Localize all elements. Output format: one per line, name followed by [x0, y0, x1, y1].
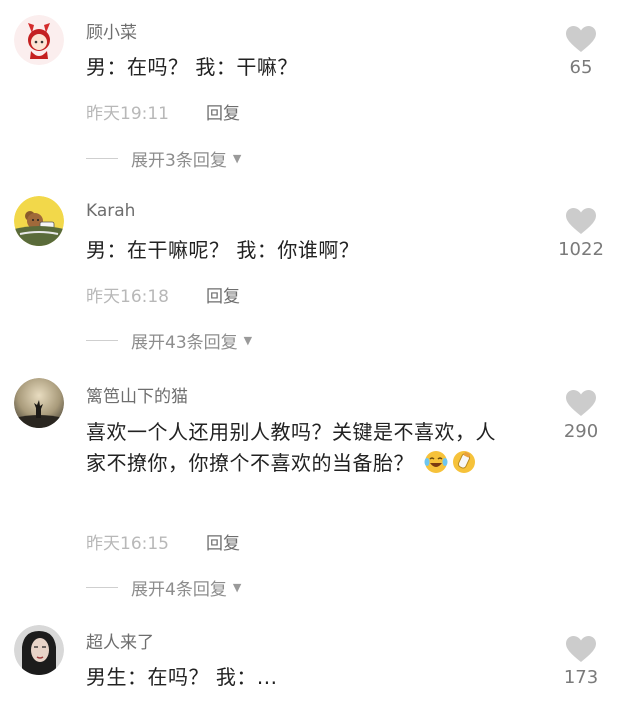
- divider-line: [86, 158, 118, 159]
- chevron-down-icon: ▼: [232, 152, 242, 165]
- chevron-down-icon: ▼: [243, 334, 253, 347]
- reply-button[interactable]: 回复: [206, 282, 240, 307]
- like-button[interactable]: 290: [546, 390, 616, 442]
- comment-username[interactable]: Karah: [86, 201, 135, 221]
- expand-replies-button[interactable]: 展开4条回复 ▼: [86, 575, 241, 600]
- like-count: 1022: [558, 239, 604, 260]
- comment-text: 男生：在吗？ 我：...: [86, 665, 278, 689]
- expand-replies-label: 展开4条回复: [131, 580, 227, 600]
- comment-username[interactable]: 超人来了: [86, 628, 154, 653]
- divider-line: [86, 587, 118, 588]
- comment-username[interactable]: 顾小菜: [86, 18, 137, 43]
- heart-icon: [566, 636, 596, 662]
- comment-username[interactable]: 篱笆山下的猫: [86, 382, 188, 407]
- reply-button[interactable]: 回复: [206, 529, 240, 554]
- expand-replies-button[interactable]: 展开3条回复 ▼: [86, 146, 241, 171]
- expand-replies-button[interactable]: 展开43条回复 ▼: [86, 328, 252, 353]
- expand-replies-label: 展开3条回复: [131, 151, 227, 171]
- comment-time: 昨天19:11: [86, 104, 169, 124]
- cartoon-bear-avatar-icon[interactable]: [14, 196, 64, 246]
- expand-replies-label: 展开43条回复: [131, 333, 238, 353]
- comment-time: 昨天16:15: [86, 534, 169, 554]
- like-count: 65: [569, 57, 593, 78]
- comment-text: 男：在吗？ 我：干嘛？: [86, 55, 298, 79]
- heart-icon: [566, 390, 596, 416]
- like-button[interactable]: 173: [546, 636, 616, 688]
- chevron-down-icon: ▼: [232, 581, 242, 594]
- bottle-emoji-icon: [452, 451, 475, 473]
- comment-text: 喜欢一个人还用别人教吗？关键是不喜欢，人家不撩你，你撩个不喜欢的当备胎？: [86, 417, 516, 479]
- heart-icon: [566, 26, 596, 52]
- reply-button[interactable]: 回复: [206, 99, 240, 124]
- comment-text: 男：在干嘛呢？ 我：你谁啊？: [86, 238, 360, 262]
- divider-line: [86, 340, 118, 341]
- laughing-crying-emoji-icon: [424, 451, 448, 473]
- like-button[interactable]: 65: [546, 26, 616, 78]
- comment-time: 昨天16:18: [86, 287, 169, 307]
- like-count: 173: [563, 667, 599, 688]
- heart-icon: [566, 208, 596, 234]
- like-count: 290: [563, 421, 599, 442]
- woman-portrait-avatar-icon[interactable]: [14, 625, 64, 675]
- silhouette-sunset-avatar-icon[interactable]: [14, 378, 64, 428]
- cartoon-girl-avatar-icon[interactable]: [14, 15, 64, 65]
- like-button[interactable]: 1022: [546, 208, 616, 260]
